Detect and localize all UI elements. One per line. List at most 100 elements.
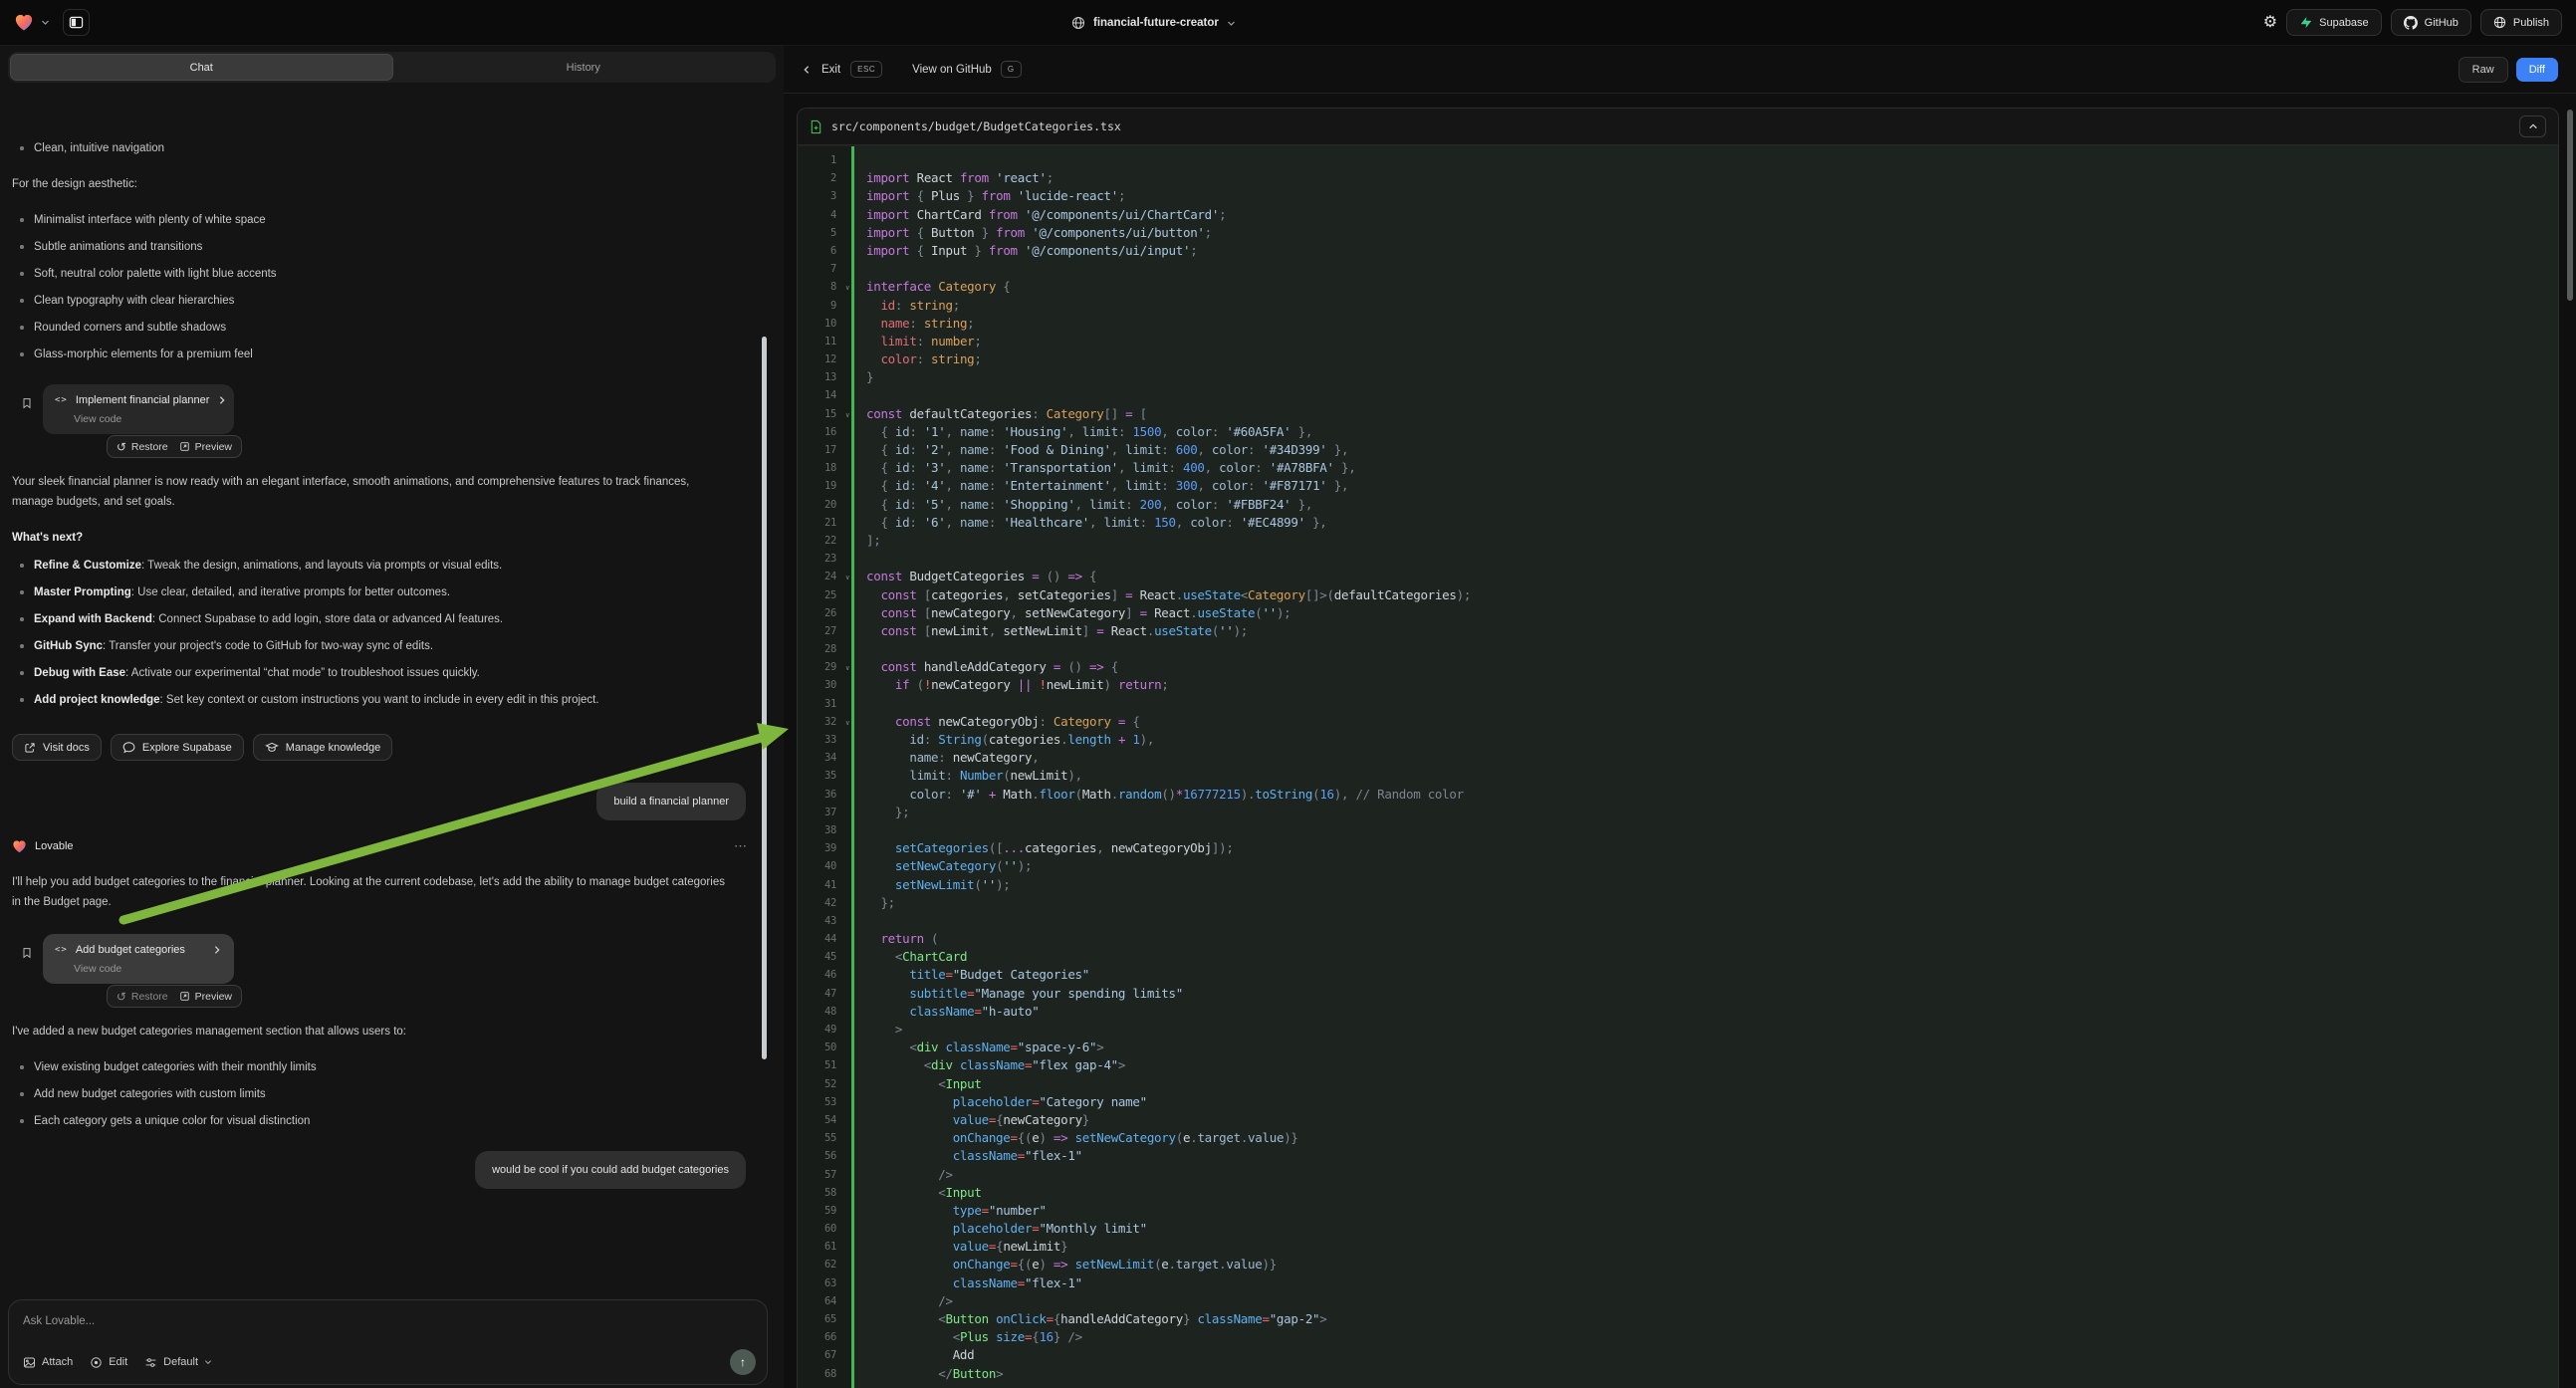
project-title: financial-future-creator [1093,17,1219,29]
code-line: 65 <Button onClick={handleAddCategory} c… [798,1310,2558,1328]
code-line: 7 [798,260,2558,278]
code-line: 45 <ChartCard [798,948,2558,966]
code-text: <Input [851,1075,2558,1093]
code-line: 3import { Plus } from 'lucide-react'; [798,187,2558,205]
model-default-dropdown[interactable]: Default [144,1356,212,1369]
chat-panel: Chat History Clean, intuitive navigation… [0,46,784,1388]
code-line: 51 <div className="flex gap-4"> [798,1056,2558,1074]
collapse-file-button[interactable] [2519,116,2546,137]
fold-chevron-icon[interactable]: ∨ [845,714,849,732]
file-header[interactable]: src/components/budget/BudgetCategories.t… [798,109,2558,145]
version-card[interactable]: <> Implement financial planner View code… [43,384,234,434]
code-text: value={newCategory} [851,1111,2558,1129]
chip-explore-supabase[interactable]: Explore Supabase [111,734,244,761]
version-block: <> Add budget categories View code ↺Rest… [12,934,754,984]
back-chevron-icon[interactable] [802,64,812,76]
code-line: 36 color: '#' + Math.floor(Math.random()… [798,786,2558,804]
view-code-link[interactable]: View code [74,963,222,975]
line-number: 64 [798,1292,851,1310]
line-number: 47 [798,985,851,1003]
restore-button[interactable]: ↺Restore [117,991,168,1003]
code-scrollbar[interactable] [2567,110,2573,301]
chat-scrollbar[interactable] [762,337,767,1059]
code-line: 39 setCategories([...categories, newCate… [798,839,2558,857]
code-panel: Exit ESC View on GitHub G Raw Diff src/c… [784,46,2576,1388]
preview-button[interactable]: Preview [179,991,232,1003]
code-line: 28 [798,640,2558,658]
diff-toggle-button[interactable]: Diff [2516,58,2558,82]
code-text: interface Category { [851,278,2558,296]
supabase-button[interactable]: Supabase [2286,9,2382,36]
line-number: 17 [798,441,851,459]
code-brackets-icon: <> [55,395,68,405]
fold-chevron-icon[interactable]: ∨ [845,279,849,297]
code-diff-view[interactable]: 12import React from 'react';3import { Pl… [798,146,2558,1388]
code-text [851,386,2558,404]
github-button[interactable]: GitHub [2391,9,2471,36]
line-number: 26 [798,604,851,622]
code-line: 13} [798,368,2558,386]
line-number: 55 [798,1129,851,1147]
code-line: 48 className="h-auto" [798,1003,2558,1021]
line-number: 56 [798,1147,851,1165]
tab-chat[interactable]: Chat [10,54,393,81]
code-line: 54 value={newCategory} [798,1111,2558,1129]
code-line: 61 value={newLimit} [798,1238,2558,1256]
raw-toggle-button[interactable]: Raw [2459,57,2508,83]
code-text: limit: Number(newLimit), [851,767,2558,785]
send-button[interactable]: ↑ [730,1349,756,1375]
code-line: 12 color: string; [798,350,2558,368]
bullet-item: Add project knowledge: Set key context o… [12,692,754,708]
chat-transcript[interactable]: Clean, intuitive navigationFor the desig… [0,128,784,1296]
bullet-item: Master Prompting: Use clear, detailed, a… [12,584,754,600]
edit-mode-button[interactable]: Edit [90,1356,127,1369]
fold-chevron-icon[interactable]: ∨ [845,406,849,424]
preview-button[interactable]: Preview [179,441,232,453]
code-text: /> [851,1292,2558,1310]
chip-manage-knowledge[interactable]: Manage knowledge [253,734,392,761]
fold-chevron-icon[interactable]: ∨ [845,569,849,586]
chip-visit-docs[interactable]: Visit docs [12,734,102,761]
code-text [851,260,2558,278]
chat-input[interactable] [23,1315,753,1327]
version-card[interactable]: <> Add budget categories View code ↺Rest… [43,934,234,984]
bookmark-icon[interactable] [21,396,33,434]
user-bubble: would be cool if you could add budget ca… [475,1151,746,1189]
chevron-down-icon[interactable] [41,18,50,27]
line-number: 10 [798,315,851,333]
bullet-item: Refine & Customize: Tweak the design, an… [12,558,754,574]
code-text: placeholder="Category name" [851,1093,2558,1111]
code-line: 60 placeholder="Monthly limit" [798,1220,2558,1238]
view-on-github-link[interactable]: View on GitHub [912,64,992,76]
code-text [851,640,2558,658]
code-brackets-icon: <> [55,945,68,955]
fold-chevron-icon[interactable]: ∨ [845,659,849,677]
code-panel-header: Exit ESC View on GitHub G Raw Diff [784,46,2576,94]
settings-gear-icon[interactable]: ⚙ [2263,15,2277,31]
code-text: <div className="space-y-6"> [851,1039,2558,1056]
restore-button[interactable]: ↺Restore [117,441,168,453]
line-number: 52 [798,1075,851,1093]
assistant-header: Lovable ⋯ [12,838,754,854]
exit-button[interactable]: Exit [821,64,840,76]
chevron-right-icon[interactable] [212,945,222,955]
tab-history[interactable]: History [393,54,775,81]
chevron-right-icon[interactable] [217,395,227,405]
code-text: setCategories([...categories, newCategor… [851,839,2558,857]
attach-button[interactable]: Attach [23,1356,73,1369]
code-line: 6import { Input } from '@/components/ui/… [798,242,2558,260]
toggle-sidebar-button[interactable] [63,9,90,36]
lovable-logo-heart-icon[interactable] [14,13,34,33]
code-line: 44 return ( [798,930,2558,948]
restore-icon: ↺ [117,441,126,453]
bookmark-icon[interactable] [21,946,33,984]
message-menu-icon[interactable]: ⋯ [734,838,748,854]
publish-button[interactable]: Publish [2480,9,2562,36]
line-number: 3 [798,187,851,205]
line-number: 7 [798,260,851,278]
line-number: 9 [798,297,851,315]
project-switcher[interactable]: financial-future-creator [1071,0,1236,46]
image-icon [23,1356,36,1369]
view-code-link[interactable]: View code [74,413,222,425]
target-icon [90,1356,103,1369]
